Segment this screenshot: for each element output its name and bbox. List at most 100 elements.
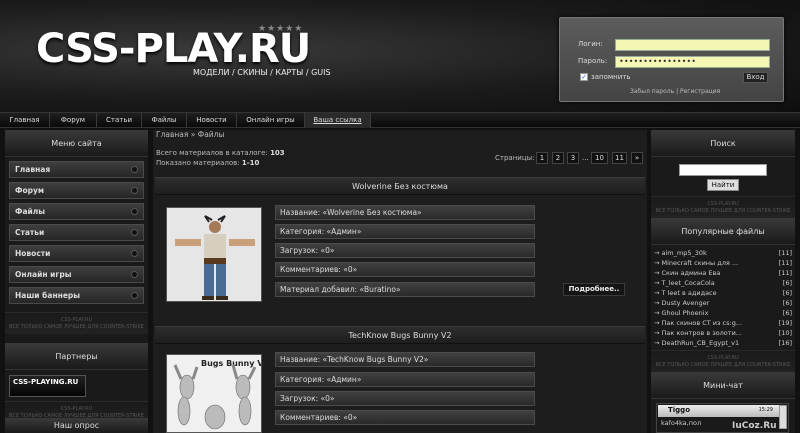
password-input[interactable]: •••••••••••••••• (615, 56, 770, 68)
popular-file[interactable]: → Dusty Avenger [6] (654, 299, 792, 308)
popular-file[interactable]: → Скин админа Ева [11] (654, 269, 792, 278)
partner-banner[interactable]: CSS-PLAYING.RU (9, 375, 86, 397)
breadcrumb[interactable]: Главная » Файлы (156, 130, 224, 139)
file-count: [10] (778, 329, 792, 337)
footer-line: CSS-PLAY.RU (707, 201, 739, 207)
footer-line: ВСЕ ТОЛЬКО САМОЕ ЛУЧШЕЕ ДЛЯ COUNTER-STRI… (655, 208, 791, 214)
search-title: Поиск (651, 130, 795, 157)
bullet-icon (131, 229, 138, 236)
login-input[interactable] (615, 39, 770, 51)
nav-files[interactable]: Файлы (142, 113, 187, 128)
page-3[interactable]: 3 (567, 152, 579, 164)
page-11[interactable]: 11 (612, 152, 627, 164)
read-more-button[interactable]: Подробнее.. (563, 283, 625, 296)
footer-line: CSS-PLAY.RU (60, 317, 93, 323)
thumbnail-text: Bugs Bunny V2 (201, 359, 262, 368)
login-button[interactable]: Вход (743, 72, 768, 83)
nav-home[interactable]: Главная (0, 113, 50, 128)
popular-file[interactable]: → Пак скинов CT из cs:g... [19] (654, 319, 792, 328)
menu-item-files[interactable]: Файлы (9, 203, 144, 220)
menu-item-news[interactable]: Новости (9, 245, 144, 262)
popular-file[interactable]: → T_leet_CocaCola [6] (654, 279, 792, 288)
wolverine-image (167, 208, 261, 301)
main-nav: Главная Форум Статьи Файлы Новости Онлай… (0, 112, 800, 128)
file-count: [6] (782, 299, 792, 307)
footer-line: ВСЕ ТОЛЬКО САМОЕ ЛУЧШЕЕ ДЛЯ COUNTER-STRI… (655, 362, 791, 368)
menu-item-online-games[interactable]: Онлайн игры (9, 266, 144, 283)
entry-field: Комментариев: «0» (275, 410, 535, 425)
menu-item-label: Файлы (15, 207, 46, 216)
popular-file[interactable]: → aim_mp5_30k [11] (654, 249, 792, 258)
popular-file[interactable]: → DeathRun_CB_Egypt_v1 [16] (654, 339, 792, 348)
search-button[interactable]: Найти (707, 179, 739, 191)
file-name: Minecraft скины для ... (661, 259, 739, 267)
menu-item-home[interactable]: Главная (9, 161, 144, 178)
remember-label: запомнить (591, 73, 631, 81)
entry-field: Название: «TechKnow Bugs Bunny V2» (275, 352, 535, 367)
popular-file[interactable]: → Пак контров в золоти... [10] (654, 329, 792, 338)
menu-title: Меню сайта (5, 130, 148, 157)
search-input[interactable] (679, 164, 767, 176)
file-count: [6] (782, 289, 792, 297)
password-label: Пароль: (578, 57, 608, 65)
file-count: [11] (778, 269, 792, 277)
menu-item-articles[interactable]: Статьи (9, 224, 144, 241)
page-2[interactable]: 2 (552, 152, 564, 164)
entry-field: Название: «Wolverine Без костюма» (275, 205, 535, 220)
bullet-icon (131, 271, 138, 278)
menu-item-forum[interactable]: Форум (9, 182, 144, 199)
file-count: [6] (782, 309, 792, 317)
nav-articles[interactable]: Статьи (97, 113, 142, 128)
site-tagline: МОДЕЛИ / СКИНЫ / КАРТЫ / GUIS (193, 68, 331, 77)
file-name: T leet в адидасе (661, 289, 717, 297)
file-name: DeathRun_CB_Egypt_v1 (661, 339, 740, 347)
pages-ellipsis: ... (582, 154, 589, 162)
entry-title[interactable]: TechKnow Bugs Bunny V2 (155, 326, 645, 344)
nav-news[interactable]: Новости (187, 113, 237, 128)
entry-field: Загрузок: «0» (275, 391, 535, 406)
file-name: Пак контров в золоти... (661, 329, 742, 337)
entry-field: Материал добавил: «Buratino» (275, 282, 535, 297)
forgot-password-link[interactable]: Забыл пароль (630, 88, 674, 95)
footer-line: CSS-PLAY.RU (707, 355, 739, 361)
catalog-stats: Всего материалов в каталоге: 103 Показан… (156, 148, 285, 168)
popular-file[interactable]: → Minecraft скины для ... [11] (654, 259, 792, 268)
file-count: [11] (778, 259, 792, 267)
menu-item-label: Форум (15, 186, 44, 195)
register-link[interactable]: Регистрация (680, 88, 720, 95)
file-count: [19] (778, 319, 792, 327)
file-count: [6] (782, 279, 792, 287)
bullet-icon (131, 292, 138, 299)
page-10[interactable]: 10 (591, 152, 608, 164)
popular-file[interactable]: → Ghoul Phoenix [6] (654, 309, 792, 318)
login-label: Логин: (578, 40, 603, 48)
entry-thumbnail[interactable]: Bugs Bunny V2 (166, 354, 262, 433)
right-sidebar: Поиск Найти CSS-PLAY.RU ВСЕ ТОЛЬКО САМОЕ … (651, 130, 795, 433)
bullet-icon (131, 208, 138, 215)
chat-user[interactable]: Tiggo (668, 406, 690, 414)
page-1[interactable]: 1 (536, 152, 548, 164)
bullet-icon (131, 250, 138, 257)
popular-title: Популярные файлы (651, 218, 795, 245)
entry-field: Категория: «Админ» (275, 372, 535, 387)
block-footer: CSS-PLAY.RU ВСЕ ТОЛЬКО САМОЕ ЛУЧШЕЕ ДЛЯ C… (5, 312, 148, 334)
file-name: Ghoul Phoenix (661, 309, 709, 317)
entry-thumbnail[interactable] (166, 207, 262, 302)
remember-checkbox[interactable]: ✓ (580, 73, 588, 81)
menu-item-label: Онлайн игры (15, 270, 72, 279)
site-header: CSS-PLAY.RU ★★★★★ МОДЕЛИ / СКИНЫ / КАРТЫ… (0, 0, 800, 112)
popular-file[interactable]: → T leet в адидасе [6] (654, 289, 792, 298)
chat-scrollbar[interactable] (779, 405, 787, 429)
menu-item-banners[interactable]: Наши баннеры (9, 287, 144, 304)
page-next[interactable]: » (631, 152, 643, 164)
nav-forum[interactable]: Форум (50, 113, 97, 128)
menu-item-label: Статьи (15, 228, 45, 237)
block-footer: CSS-PLAY.RU ВСЕ ТОЛЬКО САМОЕ ЛУЧШЕЕ ДЛЯ C… (651, 350, 795, 372)
nav-your-link[interactable]: Ваша ссылка (305, 113, 371, 128)
nav-online-games[interactable]: Онлайн игры (237, 113, 305, 128)
entry-title[interactable]: Wolverine Без костюма (155, 177, 645, 195)
menu-item-label: Главная (15, 165, 51, 174)
total-label: Всего материалов в каталоге: (156, 149, 268, 157)
menu-item-label: Наши баннеры (15, 291, 81, 300)
watermark: IuCoz.Ru (732, 421, 777, 431)
